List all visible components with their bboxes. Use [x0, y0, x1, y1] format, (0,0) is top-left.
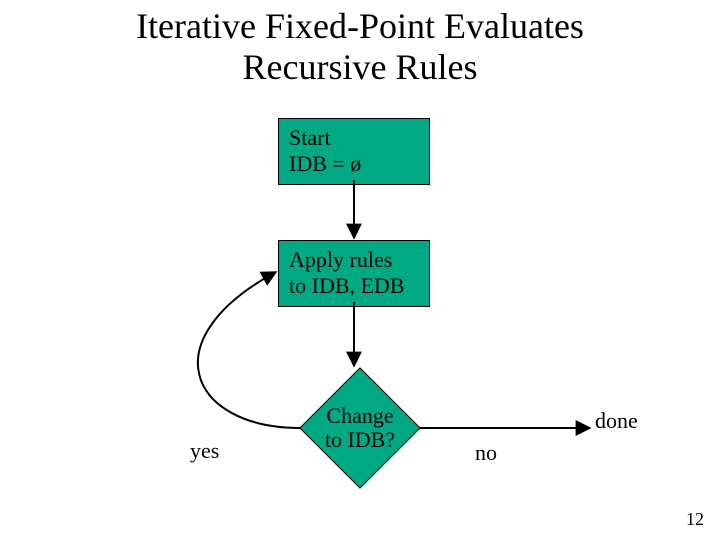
edge-label-yes: yes: [190, 438, 219, 464]
edge-label-done: done: [595, 408, 638, 434]
title-line-1: Iterative Fixed-Point Evaluates: [136, 6, 584, 46]
slide-number: 12: [686, 509, 704, 530]
slide-title: Iterative Fixed-Point Evaluates Recursiv…: [0, 6, 720, 89]
decision-line1: Change: [326, 403, 393, 428]
node-start: Start IDB = ø: [278, 118, 430, 185]
node-decision-label: Change to IDB?: [300, 368, 420, 488]
node-apply-line1: Apply rules: [289, 247, 419, 273]
decision-line2: to IDB?: [325, 427, 395, 452]
node-start-line1: Start: [289, 125, 419, 151]
node-apply: Apply rules to IDB, EDB: [278, 240, 430, 307]
node-start-line2: IDB = ø: [289, 151, 419, 177]
title-line-2: Recursive Rules: [243, 47, 478, 87]
node-apply-line2: to IDB, EDB: [289, 273, 419, 299]
edge-label-no: no: [475, 440, 497, 466]
node-decision: Change to IDB?: [300, 368, 420, 488]
